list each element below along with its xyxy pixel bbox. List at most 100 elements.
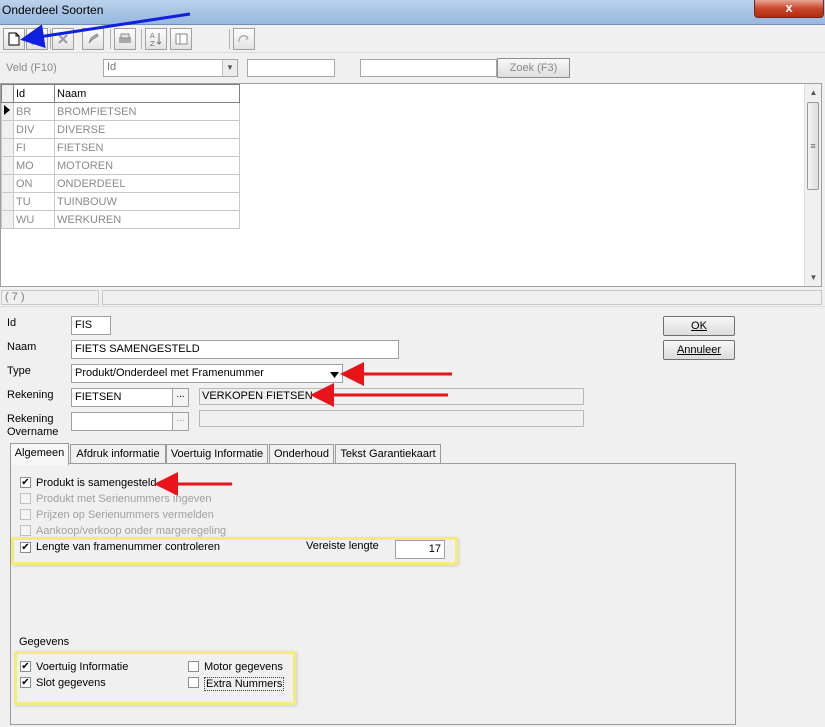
naam-label: Naam (7, 341, 37, 353)
overname-label-line2: Overname (7, 426, 59, 438)
checkbox-extra[interactable] (188, 677, 199, 688)
scroll-up-icon[interactable]: ▲ (805, 84, 822, 101)
status-bar: ( 7 ) (0, 289, 825, 307)
sort-az-icon[interactable]: AZ (145, 28, 167, 50)
cell-naam[interactable]: TUINBOUW (54, 192, 240, 211)
save-icon[interactable] (26, 28, 48, 50)
checkbox-serienummers[interactable] (20, 493, 31, 504)
row-indicator (1, 210, 14, 229)
checkbox-samengesteld[interactable]: ✔ (20, 477, 31, 488)
table-row[interactable]: MO MOTOREN (1, 156, 240, 175)
field-label: Veld (F10) (6, 62, 57, 74)
row-indicator (1, 174, 14, 193)
cell-id[interactable]: FI (13, 138, 55, 157)
cell-id[interactable]: WU (13, 210, 55, 229)
toolbar: AZ (0, 25, 825, 53)
delete-icon[interactable] (52, 28, 74, 50)
label-voertuig: Voertuig Informatie (36, 661, 129, 673)
cell-id[interactable]: BR (13, 102, 55, 121)
label-samengesteld: Produkt is samengesteld (36, 477, 157, 489)
overname-lookup-button[interactable]: ... (172, 412, 189, 431)
naam-input[interactable]: FIETS SAMENGESTELD (71, 340, 399, 359)
checkbox-lengte[interactable]: ✔ (20, 542, 31, 553)
search-bar: Veld (F10) Id ▼ Zoek (F3) (0, 53, 825, 83)
table-row[interactable]: BR BROMFIETSEN (1, 102, 240, 121)
cell-naam[interactable]: DIVERSE (54, 120, 240, 139)
columns-icon[interactable] (170, 28, 192, 50)
new-document-icon[interactable] (3, 28, 25, 50)
type-select-value: Produkt/Onderdeel met Framenummer (75, 367, 264, 379)
record-count: ( 7 ) (1, 290, 99, 305)
cell-id[interactable]: MO (13, 156, 55, 175)
rekening-input[interactable]: FIETSEN (71, 388, 173, 407)
tab-tekst-garantiekaart[interactable]: Tekst Garantiekaart (335, 444, 441, 463)
checkbox-marge[interactable] (20, 525, 31, 536)
cell-naam[interactable]: MOTOREN (54, 156, 240, 175)
rekening-lookup-button[interactable]: ... (172, 388, 189, 407)
vereiste-lengte-label: Vereiste lengte (306, 540, 379, 552)
cell-naam[interactable]: BROMFIETSEN (54, 102, 240, 121)
tab-afdruk-informatie[interactable]: Afdruk informatie (70, 444, 166, 463)
tab-voertuig-informatie[interactable]: Voertuig Informatie (166, 444, 268, 463)
table-row[interactable]: ON ONDERDEEL (1, 174, 240, 193)
label-extra: Extra Nummers (204, 677, 285, 691)
scroll-thumb[interactable]: ≡ (807, 102, 819, 190)
close-button[interactable]: x (754, 0, 824, 18)
overname-input[interactable] (71, 412, 173, 431)
scroll-down-icon[interactable]: ▼ (805, 269, 822, 286)
search-value-input-2[interactable] (360, 59, 497, 77)
svg-text:Z: Z (150, 40, 155, 47)
grid-scrollbar[interactable]: ▲ ≡ ▼ (804, 84, 821, 286)
svg-text:A: A (150, 32, 155, 40)
field-select[interactable]: Id ▼ (103, 59, 238, 77)
label-serienummers: Produkt met Serienummers ingeven (36, 493, 212, 505)
grid-corner (1, 84, 14, 103)
checkbox-prijzen[interactable] (20, 509, 31, 520)
table-row[interactable]: DIV DIVERSE (1, 120, 240, 139)
checkbox-voertuig[interactable]: ✔ (20, 661, 31, 672)
table-row[interactable]: FI FIETSEN (1, 138, 240, 157)
label-lengte: Lengte van framenummer controleren (36, 541, 221, 553)
rekening-description: VERKOPEN FIETSEN (199, 388, 584, 405)
print-icon[interactable] (114, 28, 136, 50)
annuleer-button-label: Annuleer (676, 344, 722, 356)
data-grid: Id Naam BR BROMFIETSEN DIV DIVERSE FI FI… (0, 83, 822, 287)
search-button[interactable]: Zoek (F3) (497, 58, 570, 78)
row-indicator (1, 138, 14, 157)
cell-naam[interactable]: WERKUREN (54, 210, 240, 229)
table-row[interactable]: WU WERKUREN (1, 210, 240, 229)
cell-id[interactable]: DIV (13, 120, 55, 139)
title-bar: Onderdeel Soorten x (0, 0, 825, 25)
type-select[interactable]: Produkt/Onderdeel met Framenummer (71, 364, 343, 383)
cell-id[interactable]: ON (13, 174, 55, 193)
label-prijzen: Prijzen op Serienummers vermelden (36, 509, 214, 521)
checkbox-slot[interactable]: ✔ (20, 677, 31, 688)
overname-label-line1: Rekening (7, 413, 54, 425)
row-indicator (1, 156, 14, 175)
gegevens-label: Gegevens (19, 636, 70, 648)
ok-button[interactable]: OK (663, 316, 735, 336)
cell-id[interactable]: TU (13, 192, 55, 211)
tab-algemeen[interactable]: Algemeen (10, 443, 69, 465)
search-value-input-1[interactable] (247, 59, 335, 77)
checkbox-motor[interactable] (188, 661, 199, 672)
annuleer-button[interactable]: Annuleer (663, 340, 735, 360)
column-header-naam[interactable]: Naam (54, 84, 240, 103)
type-label: Type (7, 365, 31, 377)
cell-naam[interactable]: FIETSEN (54, 138, 240, 157)
cell-naam[interactable]: ONDERDEEL (54, 174, 240, 193)
tab-onderhoud[interactable]: Onderhoud (269, 444, 334, 463)
row-indicator-arrow-icon (1, 102, 14, 121)
chevron-down-icon[interactable]: ▼ (222, 60, 237, 76)
label-slot: Slot gegevens (36, 677, 106, 689)
row-indicator (1, 192, 14, 211)
id-label: Id (7, 317, 17, 329)
edit-icon[interactable] (82, 28, 104, 50)
label-marge: Aankoop/verkoop onder margeregeling (36, 525, 227, 537)
column-header-id[interactable]: Id (13, 84, 55, 103)
vereiste-lengte-input[interactable]: 17 (395, 540, 445, 559)
table-row[interactable]: TU TUINBOUW (1, 192, 240, 211)
refresh-icon[interactable] (233, 28, 255, 50)
id-input[interactable]: FIS (71, 316, 111, 335)
chevron-down-icon[interactable] (330, 369, 339, 381)
